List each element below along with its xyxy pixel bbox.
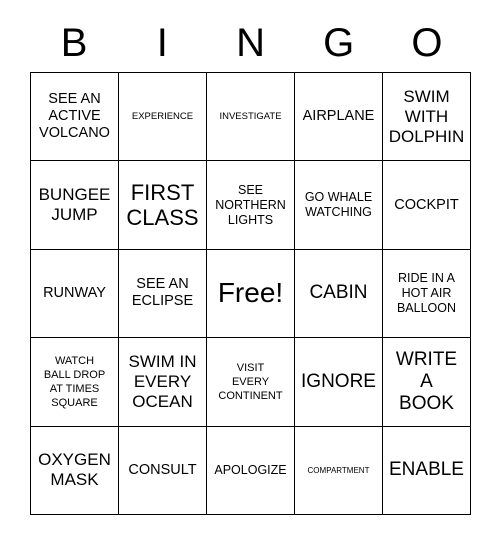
bingo-cell-label: Free!: [217, 277, 284, 309]
bingo-cell[interactable]: IGNORE: [295, 338, 383, 427]
bingo-cell-label: SWIM WITH DOLPHIN: [388, 86, 465, 146]
bingo-header-letter-g: G: [323, 21, 355, 65]
bingo-grid: SEE AN ACTIVE VOLCANO EXPERIENCE INVESTIGA…: [30, 72, 471, 515]
bingo-cell[interactable]: GO WHALE WATCHING: [295, 161, 383, 250]
bingo-cell[interactable]: SWIM IN EVERY OCEAN: [119, 338, 207, 427]
bingo-cell-label: CABIN: [309, 282, 368, 304]
bingo-cell-label: INVESTIGATE: [219, 110, 282, 122]
bingo-cell[interactable]: INVESTIGATE: [207, 73, 295, 162]
bingo-cell-label: FIRST CLASS: [126, 180, 199, 231]
bingo-cell-label: ENABLE: [389, 459, 464, 481]
bingo-cell-label: RUNWAY: [43, 284, 106, 301]
bingo-cell-label: RIDE IN A HOT AIR BALLOON: [396, 270, 457, 315]
bingo-cell-label: WRITE A BOOK: [395, 348, 458, 414]
bingo-cell[interactable]: SEE AN ACTIVE VOLCANO: [31, 73, 119, 162]
bingo-cell-label: OXYGEN MASK: [38, 450, 111, 490]
bingo-cell[interactable]: COCKPIT: [383, 161, 471, 250]
bingo-cell-label: IGNORE: [301, 370, 376, 392]
bingo-cell-label: SEE NORTHERN LIGHTS: [215, 182, 286, 227]
bingo-cell[interactable]: FIRST CLASS: [119, 161, 207, 250]
bingo-header: B I N G O: [30, 14, 471, 72]
bingo-cell[interactable]: VISIT EVERY CONTINENT: [207, 338, 295, 427]
bingo-cell[interactable]: BUNGEE JUMP: [31, 161, 119, 250]
bingo-header-letter-i: I: [156, 21, 168, 65]
bingo-cell[interactable]: WRITE A BOOK: [383, 338, 471, 427]
bingo-cell[interactable]: ENABLE: [383, 426, 471, 515]
bingo-card: B I N G O SEE AN ACTIVE VOLCANO EXPERIENC…: [0, 0, 500, 544]
bingo-cell-label: SEE AN ACTIVE VOLCANO: [39, 91, 110, 142]
bingo-cell-label: VISIT EVERY CONTINENT: [218, 361, 283, 402]
bingo-header-letter-b: B: [60, 21, 88, 65]
bingo-cell-label: AIRPLANE: [302, 108, 375, 125]
bingo-cell[interactable]: SEE NORTHERN LIGHTS: [207, 161, 295, 250]
bingo-free-space[interactable]: Free!: [207, 249, 295, 339]
bingo-cell[interactable]: OXYGEN MASK: [31, 426, 119, 515]
bingo-cell[interactable]: COMPARTMENT: [295, 426, 383, 515]
bingo-cell-label: EXPERIENCE: [131, 110, 194, 122]
bingo-cell[interactable]: EXPERIENCE: [119, 73, 207, 162]
bingo-cell[interactable]: SWIM WITH DOLPHIN: [383, 73, 471, 162]
bingo-cell-label: CONSULT: [128, 461, 197, 478]
bingo-cell-label: SEE AN ECLIPSE: [131, 276, 194, 310]
bingo-cell[interactable]: SEE AN ECLIPSE: [119, 249, 207, 339]
bingo-cell-label: BUNGEE JUMP: [38, 185, 111, 225]
bingo-cell[interactable]: CONSULT: [119, 426, 207, 515]
bingo-cell[interactable]: RIDE IN A HOT AIR BALLOON: [383, 249, 471, 339]
bingo-cell-label: COMPARTMENT: [307, 465, 370, 475]
bingo-cell[interactable]: WATCH BALL DROP AT TIMES SQUARE: [31, 338, 119, 427]
bingo-cell[interactable]: CABIN: [295, 249, 383, 339]
bingo-cell[interactable]: APOLOGIZE: [207, 426, 295, 515]
bingo-cell[interactable]: AIRPLANE: [295, 73, 383, 162]
bingo-cell-label: WATCH BALL DROP AT TIMES SQUARE: [43, 354, 106, 409]
bingo-cell[interactable]: RUNWAY: [31, 249, 119, 339]
bingo-header-letter-n: N: [236, 21, 265, 65]
bingo-header-letter-o: O: [411, 21, 443, 65]
bingo-cell-label: COCKPIT: [394, 196, 459, 213]
bingo-cell-label: APOLOGIZE: [214, 462, 287, 477]
bingo-cell-label: SWIM IN EVERY OCEAN: [128, 351, 197, 411]
bingo-cell-label: GO WHALE WATCHING: [304, 190, 373, 220]
